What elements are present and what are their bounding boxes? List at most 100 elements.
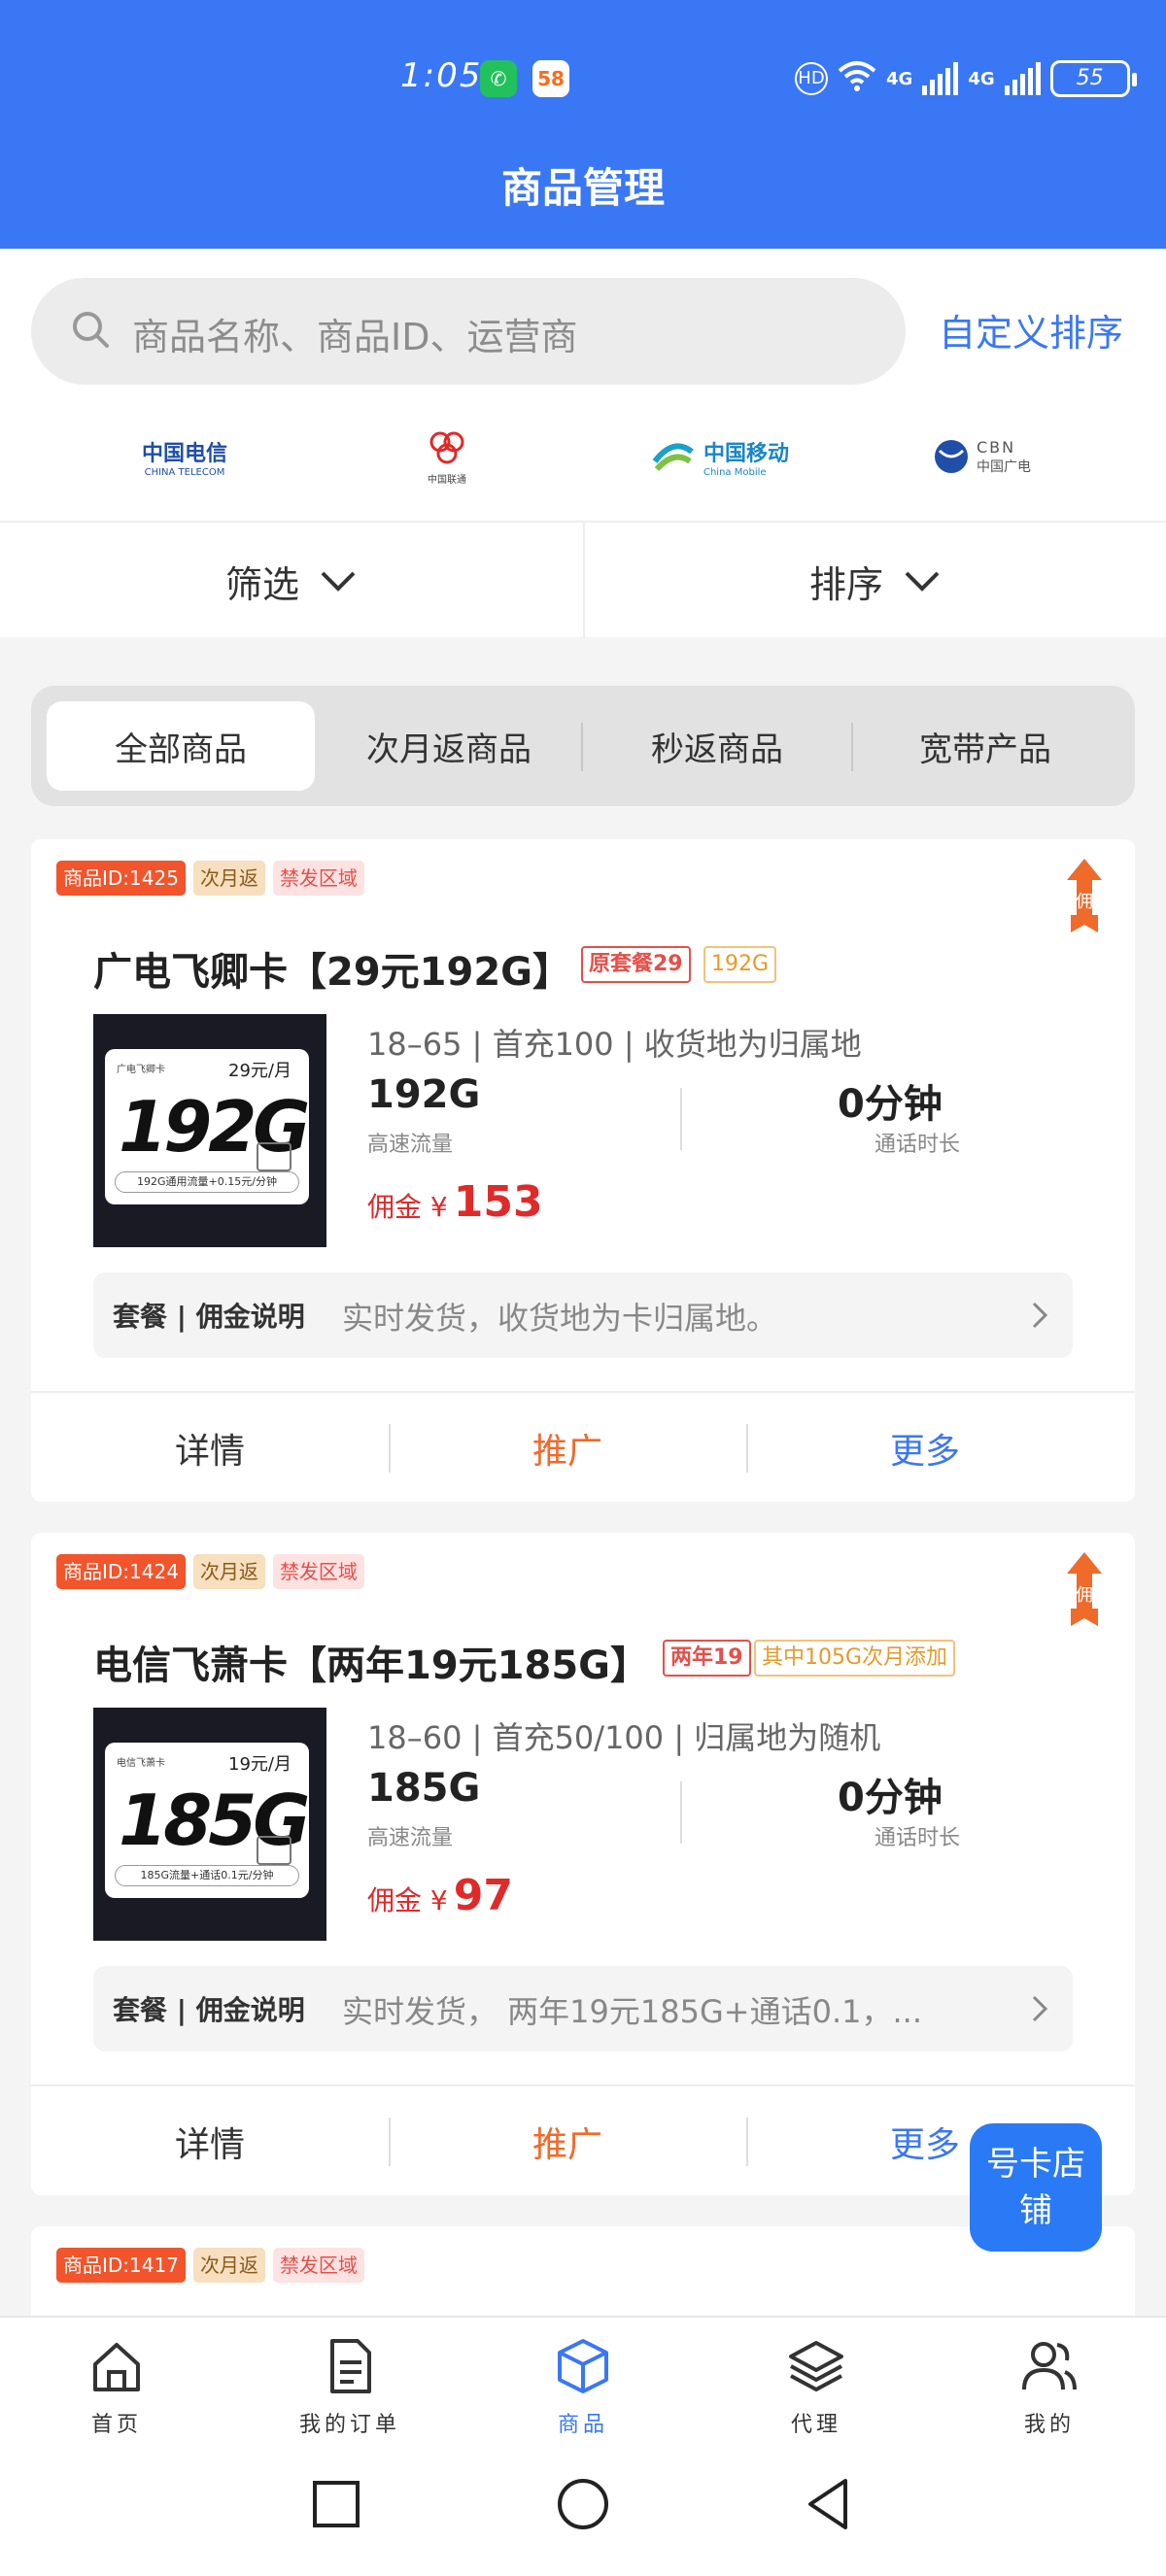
data-label: 高速流量 <box>367 1826 454 1850</box>
promote-button[interactable]: 推广 <box>389 1393 746 1504</box>
search-placeholder: 商品名称、商品ID、运营商 <box>132 316 578 358</box>
nav-orders-label: 我的订单 <box>298 2413 400 2437</box>
bottom-navigation: 首页 我的订单 商品 代理 我的 <box>0 2316 1166 2438</box>
carrier-broadnet-logo[interactable]: CBN 中国广电 <box>913 408 1049 505</box>
plan-commission-info[interactable]: 套餐 | 佣金说明 实时发货，收货地为卡归属地。 <box>93 1272 1073 1358</box>
recent-apps-icon[interactable] <box>307 2475 365 2533</box>
chevron-right-icon <box>1032 1995 1048 2022</box>
filter-bar: 筛选 排序 <box>0 521 1166 639</box>
broadnet-globe-icon <box>935 440 968 473</box>
document-icon <box>330 2339 371 2393</box>
wechat-icon: ✆ <box>480 60 517 97</box>
rebate-tag: 次月返 <box>192 2248 265 2283</box>
app-header: 1:05 ✆ 58 HD 4G 4G 55 商品管理 <box>0 0 1166 249</box>
chevron-down-icon <box>321 571 356 592</box>
call-label: 通话时长 <box>874 1133 961 1157</box>
status-bar: 1:05 ✆ 58 HD 4G 4G 55 <box>0 49 1166 107</box>
chevron-down-icon <box>905 571 940 592</box>
carrier-unicom-logo[interactable]: 中国联通 <box>389 408 505 505</box>
thumb-footer: 185G流量+通话0.1元/分钟 <box>115 1865 299 1886</box>
rebate-tag: 次月返 <box>192 1554 265 1589</box>
nav-orders[interactable]: 我的订单 <box>233 2318 466 2440</box>
chevron-right-icon <box>1032 1302 1048 1329</box>
call-value: 0分钟 <box>838 1082 943 1127</box>
nav-agent[interactable]: 代理 <box>700 2318 933 2440</box>
tab-all-products[interactable]: 全部商品 <box>47 701 315 791</box>
plan-commission-info[interactable]: 套餐 | 佣金说明 实时发货， 两年19元185G+通话0.1，... <box>93 1966 1073 2051</box>
filter-label: 筛选 <box>224 562 299 606</box>
search-section: 商品名称、商品ID、运营商 自定义排序 中国电信 CHINA TELECOM 中… <box>0 249 1166 521</box>
restricted-area-tag[interactable]: 禁发区域 <box>272 2248 364 2283</box>
carrier-logos: 中国电信 CHINA TELECOM 中国联通 中国移动 China Mobil… <box>0 408 1166 505</box>
product-image[interactable]: 电信飞萧卡 19元/月 185G 185G流量+通话0.1元/分钟 <box>93 1708 326 1941</box>
cube-icon <box>558 2339 608 2393</box>
commission-label: 佣金 ¥ <box>367 1884 448 1916</box>
product-category-tabs: 全部商品 次月返商品 秒返商品 宽带产品 <box>31 686 1135 806</box>
nav-agent-label: 代理 <box>790 2413 841 2437</box>
nav-mine[interactable]: 我的 <box>933 2318 1166 2440</box>
data-badge: 192G <box>703 946 777 983</box>
nav-products[interactable]: 商品 <box>466 2318 700 2440</box>
commission-amount: 97 <box>453 1871 513 1920</box>
plan-term-badge: 两年19 <box>663 1640 751 1677</box>
stat-divider <box>680 1088 682 1150</box>
details-button[interactable]: 详情 <box>31 2086 389 2197</box>
network-type-2: 4G <box>968 68 995 89</box>
promote-button[interactable]: 推广 <box>389 2086 746 2197</box>
info-value: 实时发货， 两年19元185G+通话0.1，... <box>342 1993 922 2030</box>
data-value: 192G <box>367 1072 481 1117</box>
stat-divider <box>680 1781 682 1844</box>
commission-label: 佣金 ¥ <box>367 1191 448 1223</box>
sort-label: 排序 <box>808 562 883 606</box>
network-type-1: 4G <box>886 68 913 89</box>
carrier-telecom-logo[interactable]: 中国电信 CHINA TELECOM <box>87 408 282 505</box>
nav-products-label: 商品 <box>557 2413 608 2437</box>
back-triangle-icon[interactable] <box>801 2475 859 2533</box>
wifi-icon <box>838 59 876 98</box>
search-icon <box>73 312 109 348</box>
product-title: 广电飞卿卡【29元192G】 <box>93 950 571 995</box>
thumb-brand: 广电飞卿卡 <box>117 1065 165 1075</box>
data-addition-badge: 其中105G次月添加 <box>754 1640 956 1677</box>
tab-instant-rebate[interactable]: 秒返商品 <box>583 701 851 791</box>
signal-icon-2 <box>1004 62 1041 95</box>
tab-next-month-rebate[interactable]: 次月返商品 <box>315 701 583 791</box>
product-id-tag: 商品ID:1425 <box>56 861 186 896</box>
shop-button-line2: 铺 <box>1019 2191 1052 2230</box>
commission-flag-icon: 佣 <box>1067 1552 1102 1626</box>
carrier-mobile-logo[interactable]: 中国移动 China Mobile <box>622 408 816 505</box>
rebate-tag: 次月返 <box>192 861 265 896</box>
nav-home[interactable]: 首页 <box>0 2318 233 2440</box>
details-button[interactable]: 详情 <box>31 1393 389 1504</box>
product-image[interactable]: 广电飞卿卡 29元/月 192G 192G通用流量+0.15元/分钟 <box>93 1014 326 1247</box>
product-card[interactable]: 商品ID:1417 次月返 禁发区域 <box>31 2226 1135 2323</box>
restricted-area-tag[interactable]: 禁发区域 <box>272 1554 364 1589</box>
tab-broadband[interactable]: 宽带产品 <box>851 701 1119 791</box>
product-requirements: 18–65 | 首充100 | 收货地为归属地 <box>367 1026 862 1063</box>
product-tags: 商品ID:1424 次月返 禁发区域 <box>56 1554 364 1589</box>
data-label: 高速流量 <box>367 1133 454 1157</box>
app-58-icon: 58 <box>532 60 569 97</box>
more-button[interactable]: 更多 <box>746 1393 1104 1504</box>
restricted-area-tag[interactable]: 禁发区域 <box>272 861 364 896</box>
product-tags: 商品ID:1417 次月返 禁发区域 <box>56 2248 364 2283</box>
card-shop-button[interactable]: 号卡店 铺 <box>970 2123 1102 2252</box>
search-input[interactable]: 商品名称、商品ID、运营商 <box>31 278 906 385</box>
thumb-footer: 192G通用流量+0.15元/分钟 <box>115 1171 299 1193</box>
sort-dropdown[interactable]: 排序 <box>583 523 1166 639</box>
nav-mine-label: 我的 <box>1023 2413 1075 2437</box>
product-tags: 商品ID:1425 次月返 禁发区域 <box>56 861 364 896</box>
filter-dropdown[interactable]: 筛选 <box>0 523 583 639</box>
battery-icon: 55 <box>1049 60 1137 97</box>
product-actions: 详情 推广 更多 <box>31 1391 1135 1502</box>
product-card[interactable]: 商品ID:1424 次月返 禁发区域 佣 电信飞萧卡【两年19元185G】 两年… <box>31 1533 1135 2195</box>
thumb-price: 19元/月 <box>228 1754 292 1775</box>
status-indicators: HD 4G 4G 55 <box>795 54 1137 103</box>
page-title: 商品管理 <box>500 164 665 212</box>
custom-sort-link[interactable]: 自定义排序 <box>939 303 1123 356</box>
commission-price: 佣金 ¥ 153 <box>367 1177 543 1227</box>
home-circle-icon[interactable] <box>554 2475 612 2533</box>
system-navigation-bar <box>0 2438 1166 2576</box>
svg-text:佣: 佣 <box>1076 892 1093 912</box>
product-card[interactable]: 商品ID:1425 次月返 禁发区域 佣 广电飞卿卡【29元192G】 原套餐2… <box>31 839 1135 1502</box>
